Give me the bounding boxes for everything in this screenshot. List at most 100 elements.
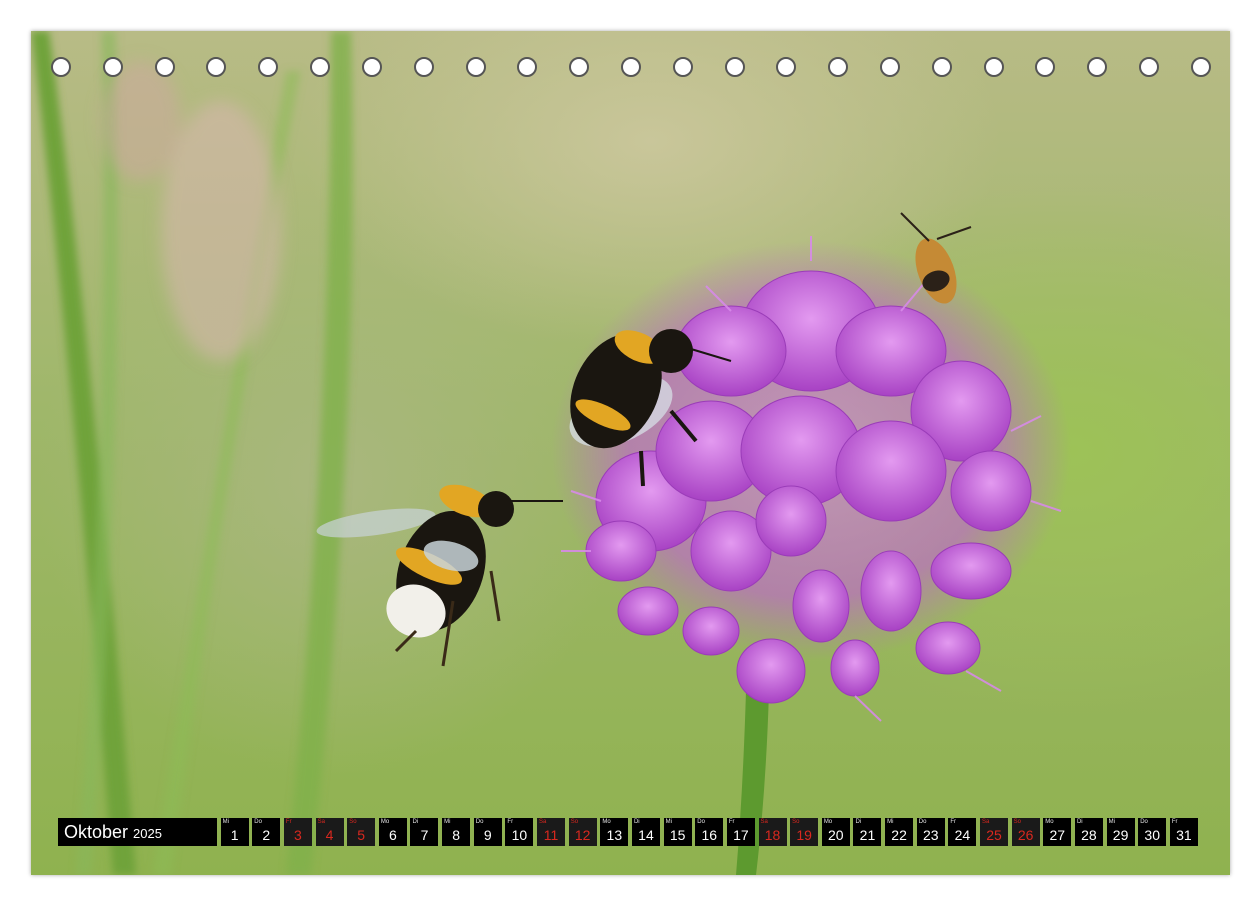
weekday-label: Mi [665, 819, 672, 825]
weekday-label: Sa [317, 819, 325, 825]
binding-hole [1190, 57, 1211, 77]
binding-hole [1139, 57, 1160, 77]
day-number: 20 [828, 827, 844, 843]
day-number: 23 [922, 827, 939, 843]
day-number: 26 [1017, 827, 1034, 843]
day-cell: Di 14 [631, 818, 660, 846]
day-number: 1 [230, 827, 239, 843]
weekday-label: Do [475, 819, 484, 825]
binding-hole [569, 57, 590, 77]
binding-hole [51, 57, 71, 77]
day-cell: Sa 11 [537, 818, 566, 846]
calendar-page: Oktober 2025 Mi 1 Do 2 Fr 3 Sa 4 So 5 Mo 6 Di 7 Mi 8 Do 9… [31, 31, 1230, 875]
day-cell: Mo 27 [1043, 818, 1072, 846]
weekday-label: Sa [982, 819, 990, 825]
binding-hole [465, 57, 486, 77]
day-number: 29 [1112, 827, 1129, 843]
binding-hole [413, 57, 434, 77]
day-cell: Mi 8 [442, 818, 471, 846]
day-number: 8 [452, 827, 461, 843]
weekday-label: Mo [380, 819, 390, 825]
flower-stem [736, 691, 769, 875]
day-number: 18 [764, 827, 781, 843]
day-number: 30 [1144, 827, 1160, 843]
binding-holes [51, 55, 1211, 79]
day-cell: Fr 3 [283, 818, 312, 846]
day-number: 13 [606, 827, 623, 843]
day-number: 9 [483, 827, 492, 843]
weekday-label: Di [1076, 819, 1083, 825]
binding-hole [828, 57, 849, 77]
day-cell: Fr 10 [505, 818, 534, 846]
weekday-label: Do [697, 819, 705, 825]
day-cell: Di 21 [853, 818, 882, 846]
day-number: 3 [294, 827, 302, 843]
month-year: 2025 [133, 826, 162, 841]
blurred-pink-bokeh [101, 61, 281, 361]
day-cell: Do 16 [695, 818, 724, 846]
day-cell: Do 23 [916, 818, 945, 846]
day-number: 24 [954, 827, 971, 843]
month-label: Oktober 2025 [58, 818, 217, 846]
day-cell: Sa 4 [315, 818, 344, 846]
weekday-label: Di [412, 819, 419, 825]
day-number: 16 [701, 827, 718, 843]
day-cell: Fr 17 [726, 818, 755, 846]
day-cell: Mi 15 [663, 818, 692, 846]
binding-hole [258, 57, 279, 77]
weekday-label: Mo [1045, 819, 1054, 825]
day-number: 22 [891, 827, 907, 843]
day-cells: Mi 1 Do 2 Fr 3 Sa 4 So 5 Mo 6 Di 7 Mi 8 Do 9 Fr 10 Sa 11 So 12 M… [220, 818, 1198, 846]
day-number: 14 [638, 827, 654, 843]
day-number: 11 [543, 827, 559, 843]
weekday-label: Mi [1108, 819, 1115, 825]
day-number: 7 [420, 827, 429, 843]
day-cell: So 12 [568, 818, 597, 846]
weekday-label: Mi [887, 819, 894, 825]
day-cell: Mo 6 [378, 818, 407, 846]
day-cell: Mo 20 [821, 818, 850, 846]
day-cell: So 5 [347, 818, 376, 846]
day-number: 2 [262, 827, 271, 843]
day-cell: Mi 22 [885, 818, 914, 846]
weekday-label: Mi [222, 819, 229, 825]
day-number: 27 [1049, 827, 1066, 843]
weekday-label: Sa [539, 819, 547, 825]
flying-bumblebee [316, 484, 563, 667]
binding-hole [931, 57, 952, 77]
weekday-label: So [1013, 819, 1021, 825]
binding-hole [1087, 57, 1108, 77]
day-number: 31 [1176, 827, 1192, 843]
weekday-label: Mo [823, 819, 833, 825]
weekday-label: So [570, 819, 579, 825]
weekday-label: Fr [1171, 819, 1178, 825]
day-cell: Do 30 [1138, 818, 1167, 846]
day-cell: Mi 1 [220, 818, 249, 846]
binding-hole [1035, 57, 1056, 77]
weekday-label: Do [918, 819, 927, 825]
day-cell: Di 28 [1074, 818, 1103, 846]
day-cell: Sa 18 [758, 818, 787, 846]
month-name: Oktober [64, 821, 129, 842]
binding-hole [724, 57, 745, 77]
day-cell: Do 9 [473, 818, 502, 846]
binding-hole [620, 57, 641, 77]
weekday-label: Di [633, 819, 640, 825]
weekday-label: So [349, 819, 357, 825]
day-number: 12 [574, 827, 591, 843]
day-number: 4 [325, 827, 334, 843]
day-cell: Mi 29 [1106, 818, 1135, 846]
weekday-label: So [792, 819, 800, 825]
day-number: 19 [796, 827, 812, 843]
weekday-label: Do [1140, 819, 1148, 825]
binding-hole [880, 57, 900, 77]
day-cell: Di 7 [410, 818, 439, 846]
binding-hole [206, 57, 227, 77]
day-number: 25 [986, 827, 1002, 843]
day-number: 17 [733, 827, 749, 843]
allium-flower [551, 236, 1071, 722]
day-number: 6 [388, 827, 397, 843]
day-cell: Fr 31 [1169, 818, 1198, 846]
day-cell: Do 2 [252, 818, 281, 846]
day-cell: So 26 [1011, 818, 1040, 846]
